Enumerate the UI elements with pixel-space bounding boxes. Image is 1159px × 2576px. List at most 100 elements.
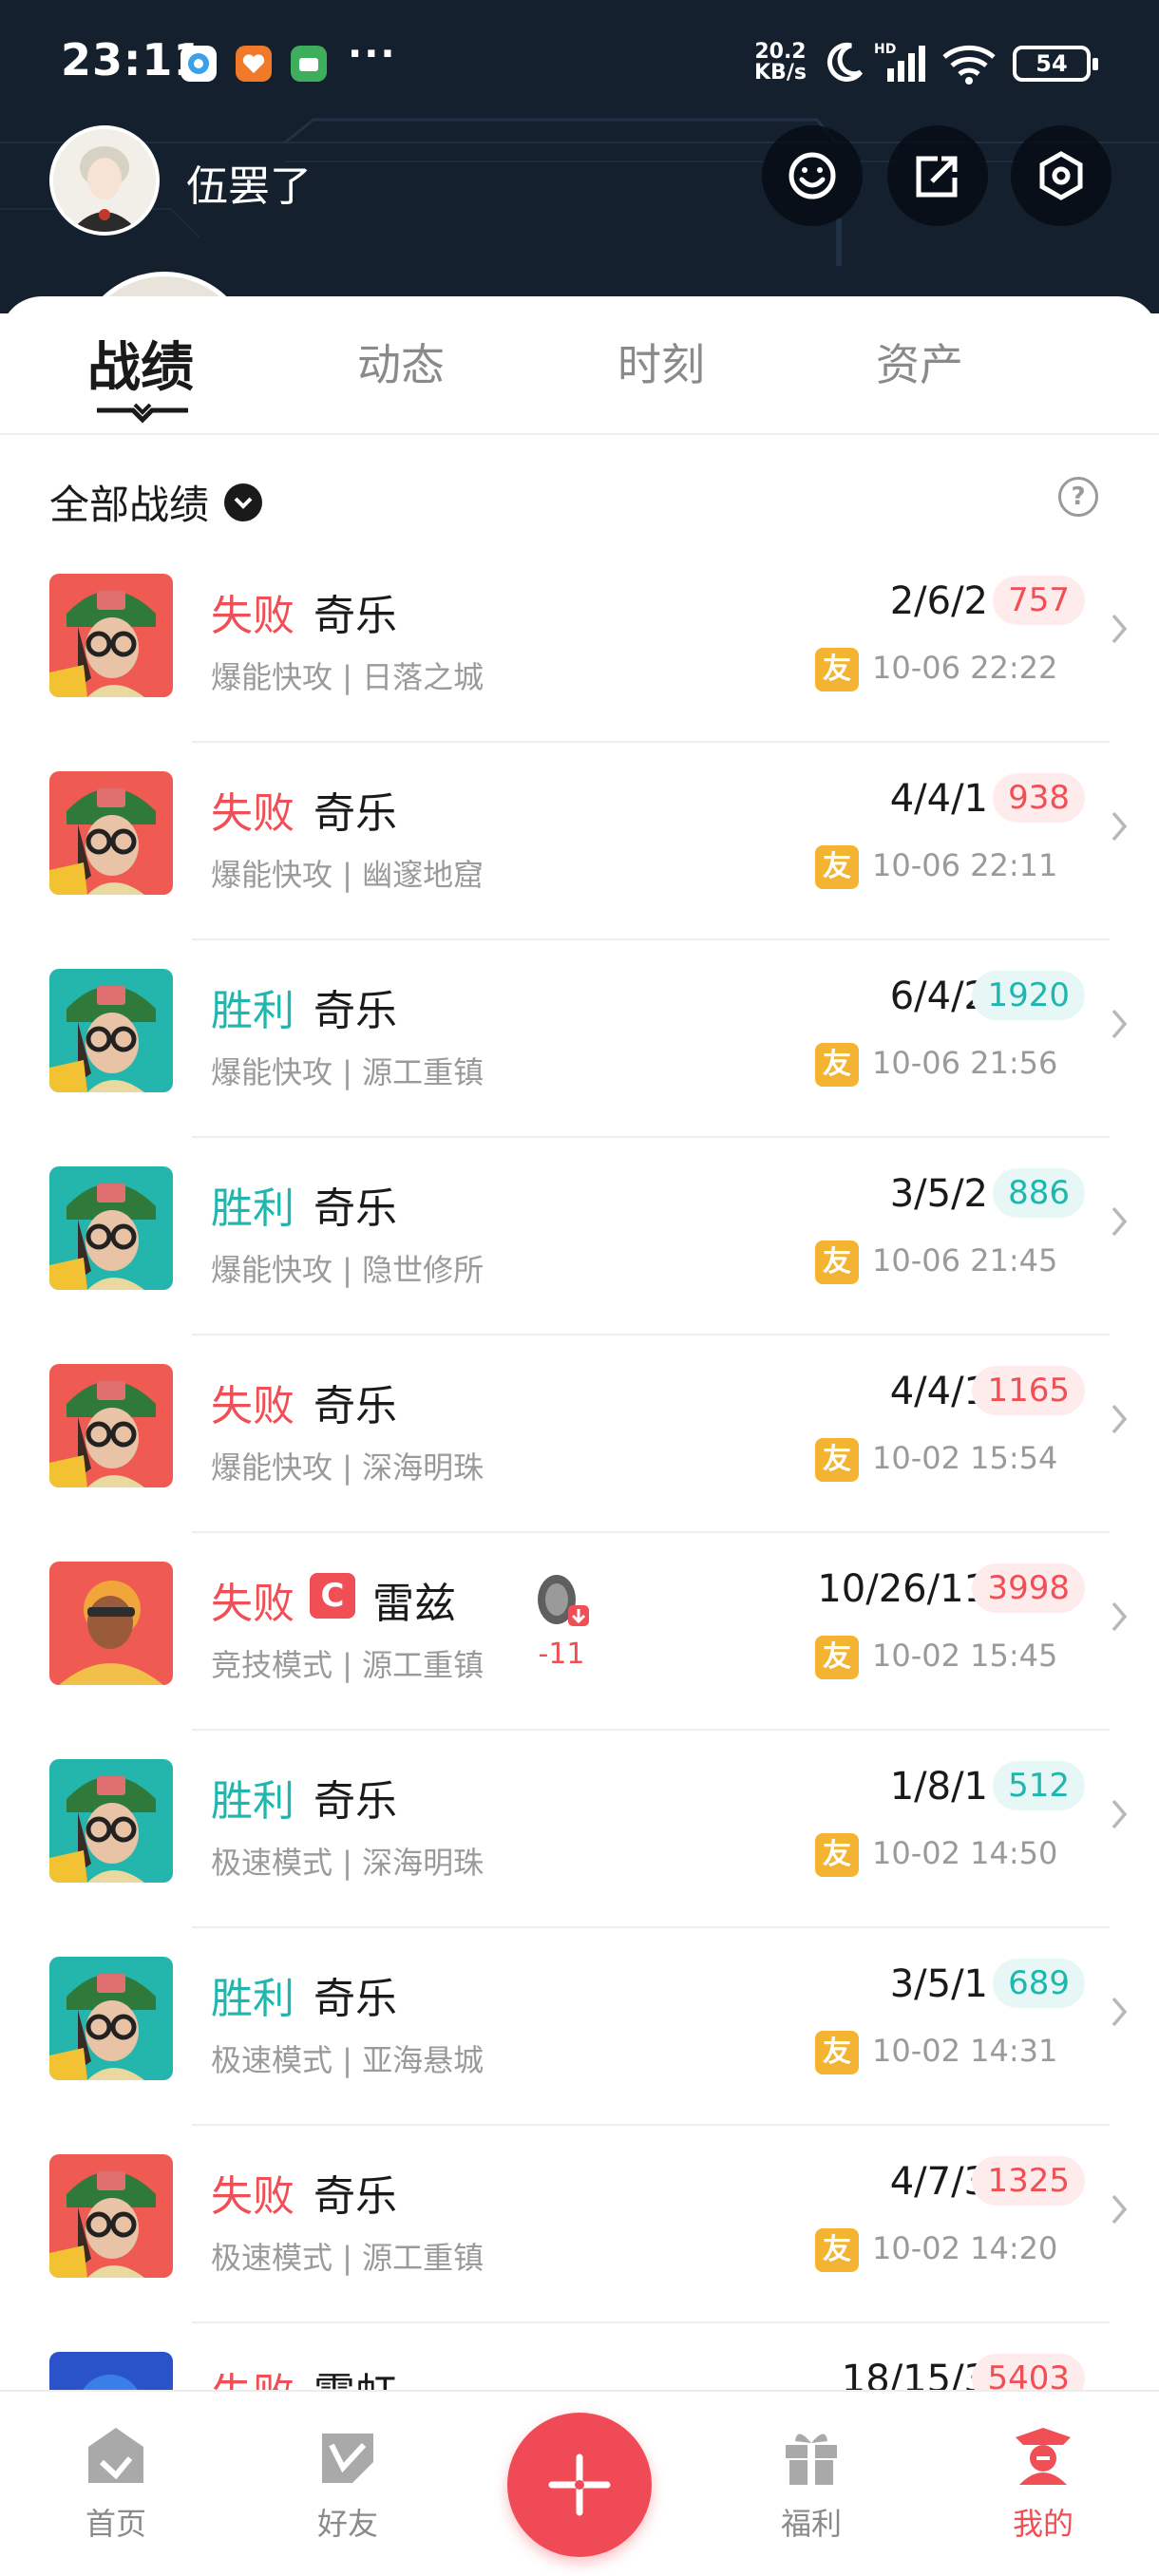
friend-badge: 友 (815, 1636, 859, 1679)
match-row[interactable]: 胜利 奇乐 爆能快攻 | 源工重镇 6/4/2 1920 友 10-06 21:56 (0, 940, 1159, 1138)
plus-icon (548, 2453, 611, 2516)
match-score: 3998 (972, 1563, 1085, 1613)
tab-moments[interactable]: 时刻 (618, 331, 705, 393)
nav-welfare[interactable]: 福利 (745, 2424, 878, 2544)
create-post-button[interactable] (507, 2413, 652, 2557)
match-date: 10-06 22:11 (872, 847, 1058, 883)
nav-friends-label: 好友 (316, 2506, 378, 2542)
nav-home[interactable]: 首页 (49, 2424, 182, 2544)
nav-mine-label: 我的 (1012, 2506, 1074, 2542)
friend-badge: 友 (815, 2228, 859, 2272)
agent-name: 奇乐 (314, 1777, 397, 1826)
friend-badge: 友 (815, 648, 859, 691)
chevron-right-icon (1112, 1009, 1128, 1039)
agent-avatar (49, 969, 173, 1092)
share-button[interactable] (887, 125, 988, 226)
avatar[interactable] (49, 125, 160, 236)
nav-home-label: 首页 (85, 2506, 146, 2542)
tab-record[interactable]: 战绩 (87, 325, 194, 402)
nav-mine[interactable]: 我的 (977, 2424, 1110, 2544)
content-sheet: 战绩 动态 时刻 资产 全部战绩 ? 失败 奇乐 爆能快攻 | 日落之城 2/6/2 7… (0, 296, 1159, 2521)
match-kda: 1/8/1 (889, 1765, 988, 1809)
friends-icon (322, 2434, 373, 2483)
home-icon (88, 2428, 143, 2483)
app-notification-icon (236, 46, 272, 82)
match-score: 938 (993, 773, 1085, 823)
profile-icon (1016, 2428, 1071, 2485)
match-score: 1165 (972, 1366, 1085, 1415)
tab-assets[interactable]: 资产 (876, 331, 963, 393)
match-mode-map: 极速模式 | 深海明珠 (211, 1845, 484, 1881)
chevron-right-icon (1112, 614, 1128, 644)
agent-avatar (49, 771, 173, 895)
gift-icon (786, 2434, 837, 2485)
match-mode-map: 爆能快攻 | 深海明珠 (211, 1449, 484, 1486)
help-icon[interactable]: ? (1058, 477, 1098, 517)
app-notification-icon (180, 46, 217, 82)
match-result: 胜利 (211, 1184, 294, 1233)
match-mode-map: 极速模式 | 亚海悬城 (211, 2042, 484, 2078)
match-kda: 10/26/11 (817, 1567, 988, 1611)
match-row[interactable]: 失败 奇乐 爆能快攻 | 深海明珠 4/4/1 1165 友 10-02 15:54 (0, 1335, 1159, 1533)
match-row[interactable]: 失败 奇乐 极速模式 | 源工重镇 4/7/3 1325 友 10-02 14:20 (0, 2126, 1159, 2323)
profile-header: 23:11 ··· 20.2 KB/s HD 54 伍罢了 (0, 0, 1159, 313)
emoji-button[interactable] (762, 125, 863, 226)
match-date: 10-02 14:50 (872, 1835, 1058, 1871)
match-row[interactable]: 胜利 奇乐 极速模式 | 亚海悬城 3/5/1 689 友 10-02 14:31 (0, 1928, 1159, 2126)
record-filter-dropdown[interactable]: 全部战绩 (49, 473, 263, 531)
tab-bar: 战绩 动态 时刻 资产 (0, 296, 1159, 435)
moon-icon (826, 42, 864, 82)
agent-name: 奇乐 (314, 789, 397, 838)
match-row[interactable]: 胜利 奇乐 极速模式 | 深海明珠 1/8/1 512 友 10-02 14:50 (0, 1731, 1159, 1928)
match-kda: 3/5/1 (889, 1962, 988, 2006)
match-mode-map: 爆能快攻 | 源工重镇 (211, 1054, 484, 1090)
match-mode-map: 爆能快攻 | 日落之城 (211, 659, 484, 695)
match-score: 1920 (972, 971, 1085, 1020)
match-row[interactable]: 失败 奇乐 爆能快攻 | 幽邃地窟 4/4/1 938 友 10-06 22:11 (0, 743, 1159, 940)
agent-name: 奇乐 (314, 987, 397, 1035)
rank-badge: C (310, 1573, 355, 1619)
match-score: 689 (993, 1959, 1085, 2008)
match-row[interactable]: 失败 奇乐 爆能快攻 | 日落之城 2/6/2 757 友 10-06 22:22 (0, 545, 1159, 743)
friend-badge: 友 (815, 1833, 859, 1877)
match-result: 失败 (211, 2172, 294, 2221)
match-mode-map: 爆能快攻 | 幽邃地窟 (211, 857, 484, 893)
signal-icon: HD (874, 42, 925, 82)
tab-feed[interactable]: 动态 (357, 331, 445, 393)
chevron-right-icon (1112, 1601, 1128, 1632)
share-icon (916, 156, 958, 198)
friend-badge: 友 (815, 2031, 859, 2074)
agent-avatar (49, 1957, 173, 2080)
username[interactable]: 伍罢了 (186, 152, 312, 213)
match-date: 10-02 14:31 (872, 2033, 1058, 2069)
match-date: 10-02 15:54 (872, 1440, 1058, 1476)
match-result: 胜利 (211, 987, 294, 1035)
match-mode-map: 极速模式 | 源工重镇 (211, 2240, 484, 2276)
battery-indicator: 54 (1013, 46, 1098, 82)
match-date: 10-06 21:45 (872, 1242, 1058, 1279)
settings-icon (1039, 151, 1083, 200)
agent-name: 奇乐 (314, 592, 397, 640)
match-row[interactable]: 胜利 奇乐 爆能快攻 | 隐世修所 3/5/2 886 友 10-06 21:45 (0, 1138, 1159, 1335)
nav-friends[interactable]: 好友 (281, 2424, 414, 2544)
agent-name: 雷兹 (372, 1580, 456, 1628)
match-date: 10-06 22:22 (872, 650, 1058, 686)
network-speed-unit: KB/s (754, 61, 807, 85)
filter-label: 全部战绩 (49, 482, 210, 528)
match-result: 胜利 (211, 1777, 294, 1826)
match-kda: 4/4/1 (889, 777, 988, 821)
agent-name: 奇乐 (314, 1184, 397, 1233)
agent-avatar (49, 1364, 173, 1487)
settings-button[interactable] (1011, 125, 1112, 226)
match-result: 失败 (211, 592, 294, 640)
match-date: 10-06 21:56 (872, 1045, 1058, 1081)
match-row[interactable]: 失败 C 雷兹 竞技模式 | 源工重镇 10/26/11 3998 友 10-02 15:45… (0, 1533, 1159, 1731)
agent-name: 奇乐 (314, 1382, 397, 1430)
agent-avatar (49, 574, 173, 697)
friend-badge: 友 (815, 1438, 859, 1482)
agent-avatar (49, 1562, 173, 1685)
agent-name: 奇乐 (314, 2172, 397, 2221)
match-kda: 2/6/2 (889, 579, 988, 623)
chevron-right-icon (1112, 1404, 1128, 1434)
match-score: 886 (993, 1168, 1085, 1218)
